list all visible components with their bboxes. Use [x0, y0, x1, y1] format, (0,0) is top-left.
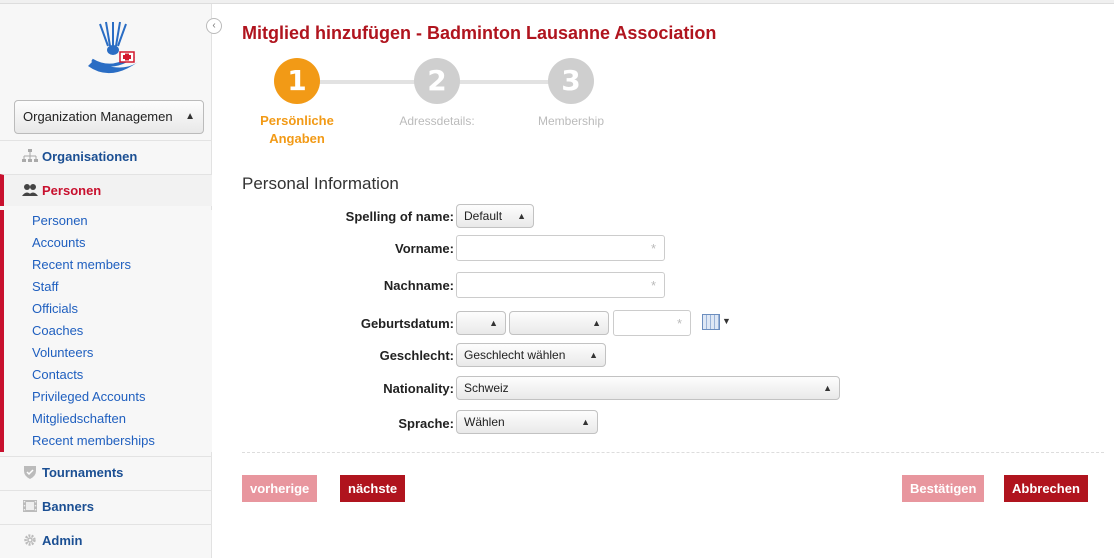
select-arrows-icon: ▲ [589, 350, 598, 360]
org-chart-icon [22, 149, 38, 163]
select-arrows-icon: ▲ [489, 318, 498, 328]
row-nationality: Nationality: Schweiz ▲ [242, 376, 862, 402]
row-vorname: Vorname: * [242, 235, 862, 261]
subnav-personen[interactable]: Personen [32, 210, 212, 232]
wizard-step-3[interactable]: 3 Membership [516, 58, 626, 130]
nav-tournaments-label: Tournaments [42, 465, 124, 480]
badminton-logo-icon [80, 20, 146, 84]
subnav-recent-memberships[interactable]: Recent memberships [32, 430, 212, 452]
subnav-staff[interactable]: Staff [32, 276, 212, 298]
spelling-value: Default [464, 209, 503, 223]
vorname-label: Vorname: [395, 241, 454, 256]
subnav-recent-members[interactable]: Recent members [32, 254, 212, 276]
subnav-privileged-accounts[interactable]: Privileged Accounts [32, 386, 212, 408]
select-arrows-icon: ▲ [823, 383, 832, 393]
wizard-step-3-number: 3 [548, 58, 594, 104]
row-sprache: Sprache: Wählen ▲ [242, 410, 862, 436]
subnav-accounts[interactable]: Accounts [32, 232, 212, 254]
personen-subnav: Personen Accounts Recent members Staff O… [0, 210, 212, 452]
subnav-coaches[interactable]: Coaches [32, 320, 212, 342]
birth-day-select[interactable]: ▲ [456, 311, 506, 335]
users-icon [22, 183, 38, 197]
row-geburtsdatum: Geburtsdatum: ▲ ▲ * ▼ [242, 310, 862, 336]
wizard-step-3-label: Membership [537, 114, 605, 128]
wizard-step-1[interactable]: 1 Persönliche Angaben [242, 58, 352, 148]
row-geschlecht: Geschlecht: Geschlecht wählen ▲ [242, 343, 862, 369]
row-nachname: Nachname: * [242, 272, 862, 298]
required-star-icon: * [650, 241, 656, 256]
form-divider [242, 452, 1104, 453]
birth-month-select[interactable]: ▲ [509, 311, 609, 335]
wizard-steps: 1 Persönliche Angaben 2 Adressdetails: 3… [242, 58, 682, 153]
select-arrows-icon: ▲ [517, 211, 526, 221]
select-arrows-icon: ▲ [581, 417, 590, 427]
nav-organisationen[interactable]: Organisationen [0, 140, 212, 172]
sprache-label: Sprache: [398, 416, 454, 431]
confirm-button[interactable]: Bestätigen [902, 475, 985, 502]
nav-admin[interactable]: Admin [0, 524, 212, 556]
nav-personen-label: Personen [42, 183, 102, 198]
nav-banners[interactable]: Banners [0, 490, 212, 522]
nav-admin-label: Admin [42, 533, 83, 548]
nav-organisationen-label: Organisationen [42, 149, 138, 164]
subnav-volunteers[interactable]: Volunteers [32, 342, 212, 364]
wizard-step-2-number: 2 [414, 58, 460, 104]
section-heading: Personal Information [242, 174, 399, 193]
subnav-mitgliedschaften[interactable]: Mitgliedschaften [32, 408, 212, 430]
shield-icon [22, 465, 38, 479]
wizard-step-1-number: 1 [274, 58, 320, 104]
wizard-step-2[interactable]: 2 Adressdetails: [382, 58, 492, 130]
spelling-label: Spelling of name: [345, 209, 454, 224]
nationality-value: Schweiz [464, 381, 509, 395]
geschlecht-label: Geschlecht: [379, 348, 454, 363]
nav-banners-label: Banners [42, 499, 95, 514]
cancel-button[interactable]: Abbrechen [1004, 475, 1088, 502]
collapse-sidebar-icon[interactable]: ‹ [206, 18, 222, 34]
organization-select-value: Organization Managemen [23, 109, 173, 124]
geschlecht-select[interactable]: Geschlecht wählen ▲ [456, 343, 606, 367]
nachname-label: Nachname: [383, 278, 454, 293]
birth-year-input[interactable]: * [613, 310, 691, 336]
required-star-icon: * [676, 316, 682, 331]
page-title: Mitglied hinzufügen - Badminton Lausanne… [242, 23, 717, 43]
sprache-select[interactable]: Wählen ▲ [456, 410, 598, 434]
nav-personen[interactable]: Personen [0, 174, 212, 206]
nationality-select[interactable]: Schweiz ▲ [456, 376, 840, 400]
select-arrows-icon: ▲ [592, 318, 601, 328]
calendar-dropdown-icon[interactable]: ▼ [722, 316, 731, 326]
geburtsdatum-label: Geburtsdatum: [360, 316, 454, 331]
sprache-value: Wählen [464, 415, 505, 429]
calendar-icon[interactable] [702, 314, 720, 330]
nav-tournaments[interactable]: Tournaments [0, 456, 212, 488]
vorname-input[interactable]: * [456, 235, 665, 261]
subnav-officials[interactable]: Officials [32, 298, 212, 320]
spelling-select[interactable]: Default ▲ [456, 204, 534, 228]
wizard-step-2-label: Adressdetails: [399, 114, 475, 128]
select-arrows-icon: ▲ [185, 111, 195, 122]
nationality-label: Nationality: [383, 381, 454, 396]
wizard-step-1-label: Persönliche Angaben [260, 113, 334, 146]
organization-select[interactable]: Organization Managemen ▲ [14, 100, 204, 134]
next-button[interactable]: nächste [340, 475, 406, 502]
geschlecht-value: Geschlecht wählen [464, 348, 566, 362]
nachname-input[interactable]: * [456, 272, 665, 298]
subnav-contacts[interactable]: Contacts [32, 364, 212, 386]
row-spelling: Spelling of name: Default ▲ [242, 204, 862, 230]
previous-button[interactable]: vorherige [242, 475, 318, 502]
sidebar: Organization Managemen ▲ Organisationen … [0, 4, 212, 558]
gear-icon [22, 533, 38, 547]
required-star-icon: * [650, 278, 656, 293]
film-icon [22, 499, 38, 513]
